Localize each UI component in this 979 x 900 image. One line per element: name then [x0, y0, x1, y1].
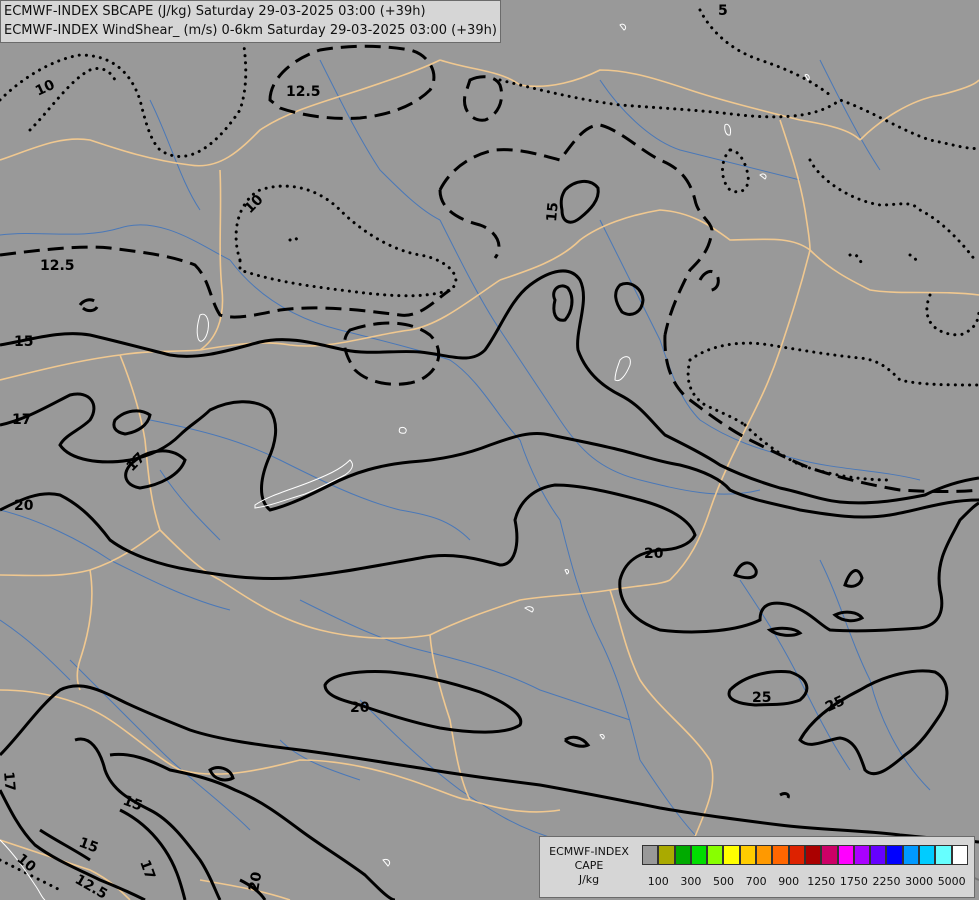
- contour-label: 12.5: [286, 84, 321, 100]
- legend-swatch: [707, 845, 724, 865]
- legend-swatch: [870, 845, 887, 865]
- legend-swatch: [804, 845, 822, 865]
- legend-swatch: [951, 845, 968, 865]
- legend-swatch: [821, 845, 838, 865]
- legend-tick-label: 300: [680, 875, 702, 888]
- contour-label: 20: [14, 498, 34, 514]
- legend-swatch: [674, 845, 691, 865]
- legend-title-variable: CAPE: [574, 859, 604, 872]
- legend-tick-label: 1750: [839, 875, 868, 888]
- legend-swatch: [935, 845, 952, 865]
- legend-swatch: [690, 845, 708, 865]
- legend-color-scale: [642, 845, 968, 865]
- legend-swatch: [853, 845, 871, 865]
- legend-tick-label: 100: [647, 875, 669, 888]
- title-windshear: ECMWF-INDEX WindShear_ (m/s) 0-6km Satur…: [4, 23, 497, 38]
- contour-label: 17: [0, 771, 18, 792]
- contour-label: 5: [718, 3, 728, 19]
- legend-swatch: [772, 845, 789, 865]
- legend-tick-label: 700: [745, 875, 767, 888]
- contour-label: 20: [644, 546, 664, 562]
- legend-title-model: ECMWF-INDEX: [549, 845, 629, 858]
- legend-swatch: [902, 845, 920, 865]
- legend-tick-label: 5000: [937, 875, 966, 888]
- legend-title-unit: J/kg: [578, 873, 600, 886]
- cape-legend: ECMWF-INDEX CAPE J/kg 100 300 500 700 900 125…: [539, 836, 975, 898]
- map-title-box: ECMWF-INDEX SBCAPE (J/kg) Saturday 29-03…: [0, 0, 501, 43]
- legend-tick-label: 500: [713, 875, 734, 888]
- legend-tick-label: 3000: [905, 875, 934, 888]
- legend-swatch: [723, 845, 740, 865]
- legend-tick-label: 1250: [807, 875, 836, 888]
- contour-label: 12.5: [40, 258, 75, 274]
- map-background: [0, 0, 979, 900]
- legend-title: ECMWF-INDEX CAPE J/kg: [544, 845, 634, 887]
- legend-tick-label: 2250: [872, 875, 901, 888]
- legend-swatch: [739, 845, 757, 865]
- legend-swatch: [756, 845, 773, 865]
- contour-label: 20: [246, 870, 265, 892]
- contour-label: 20: [350, 700, 370, 716]
- contour-label: 17: [12, 412, 31, 428]
- legend-swatch: [837, 845, 854, 865]
- title-sbcape: ECMWF-INDEX SBCAPE (J/kg) Saturday 29-03…: [4, 4, 426, 19]
- weather-map: 10 5 12.5 10 15 15 17 17 20 20 20 25 25 …: [0, 0, 979, 900]
- legend-swatch: [919, 845, 936, 865]
- legend-swatch: [658, 845, 675, 865]
- legend-swatch: [886, 845, 903, 865]
- contour-label: 15: [544, 202, 562, 223]
- contour-label: 25: [752, 690, 771, 706]
- legend-tick-label: 900: [778, 875, 800, 888]
- legend-swatch: [642, 845, 659, 865]
- legend-tick-labels: 100 300 500 700 900 1250 1750 2250 3000 5000: [642, 875, 972, 889]
- contour-label: 15: [14, 334, 33, 350]
- legend-swatch: [788, 845, 805, 865]
